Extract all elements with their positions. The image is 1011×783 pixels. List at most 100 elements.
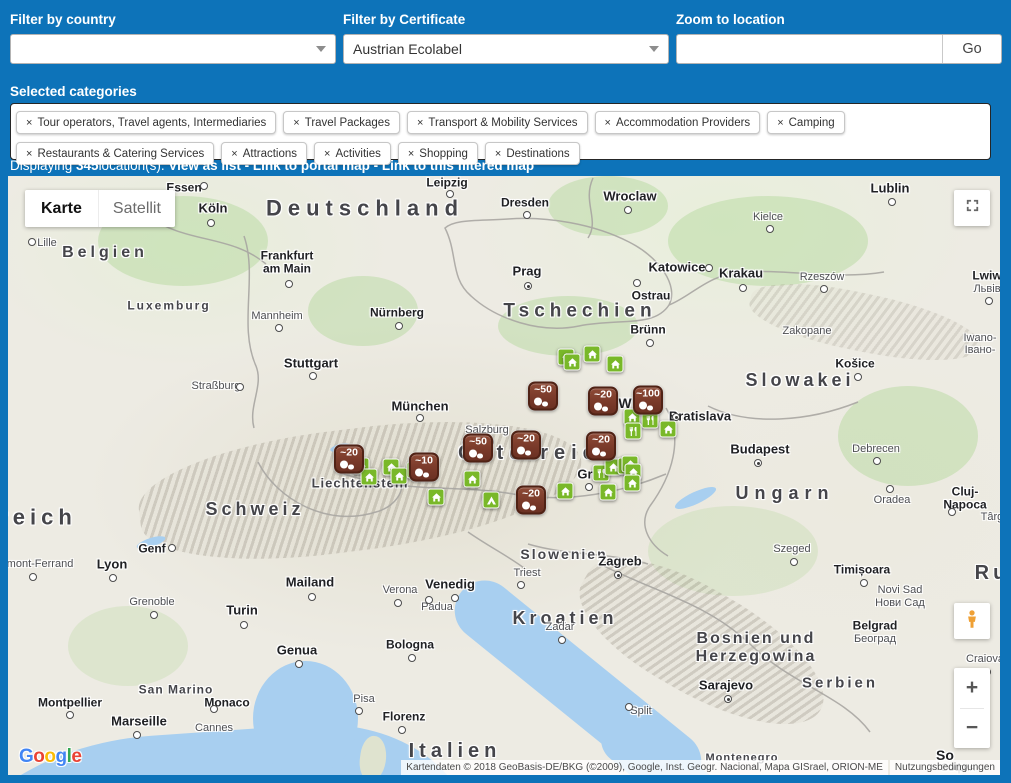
city-dot-marker xyxy=(646,339,654,347)
remove-icon[interactable]: × xyxy=(417,117,423,129)
terms-link[interactable]: Nutzungsbedingungen xyxy=(890,760,1000,775)
chevron-down-icon xyxy=(649,46,659,52)
city-label: Marseille xyxy=(111,715,167,730)
city-label: Košice xyxy=(835,357,874,370)
house-marker[interactable] xyxy=(391,468,408,485)
remove-icon[interactable]: × xyxy=(293,117,299,129)
cluster-marker[interactable]: ~100 xyxy=(633,386,663,415)
city-dot-marker xyxy=(285,280,293,288)
cluster-marker[interactable]: ~20 xyxy=(511,431,541,460)
city-dot-marker xyxy=(133,731,141,739)
cluster-marker[interactable]: ~20 xyxy=(588,387,618,416)
map-attribution: Kartendaten © 2018 GeoBasis-DE/BKG (©200… xyxy=(399,760,1000,775)
portal-map-link[interactable]: Link to portal map xyxy=(253,158,370,173)
city-dot-marker xyxy=(295,660,303,668)
camp-icon xyxy=(485,494,497,506)
house-marker[interactable] xyxy=(464,471,481,488)
location-input[interactable] xyxy=(677,35,942,63)
category-chip[interactable]: ×Tour operators, Travel agents, Intermed… xyxy=(16,111,276,134)
cluster-marker[interactable]: ~50 xyxy=(463,434,493,463)
cluster-marker[interactable]: ~20 xyxy=(516,486,546,515)
cluster-marker[interactable]: ~50 xyxy=(528,382,558,411)
country-label: San Marino xyxy=(139,683,214,696)
town-label: Iwano- xyxy=(963,332,996,344)
house-marker[interactable] xyxy=(428,489,445,506)
country-label: Luxemburg xyxy=(127,299,210,312)
zoom-out-button[interactable]: − xyxy=(954,709,990,749)
city-label: Sarajevo xyxy=(699,679,753,694)
house-icon xyxy=(430,491,442,503)
city-dot-marker xyxy=(985,297,993,305)
zoom-to-location-box: Go xyxy=(676,34,1002,64)
city-dot-marker xyxy=(425,596,433,604)
map-type-satellit-button[interactable]: Satellit xyxy=(98,190,175,227)
town-label: Kielce xyxy=(753,211,783,223)
view-as-list-link[interactable]: View as list xyxy=(168,158,241,173)
map-type-karte-button[interactable]: Karte xyxy=(25,190,98,227)
city-dot-marker xyxy=(398,726,406,734)
town-label: Târgu xyxy=(981,511,1000,523)
house-marker[interactable] xyxy=(660,421,677,438)
town-label: Straßburg xyxy=(192,380,241,392)
cluster-marker[interactable]: ~20 xyxy=(586,432,616,461)
map[interactable]: Karte Satellit + − Google Kartendaten © … xyxy=(8,176,1000,775)
city-dot-marker xyxy=(200,182,208,190)
city-label: Mailand xyxy=(286,576,334,591)
house-marker[interactable] xyxy=(557,483,574,500)
city-label: Ostrau xyxy=(632,289,671,302)
cluster-count: ~20 xyxy=(588,434,614,446)
house-icon xyxy=(662,423,674,435)
house-marker[interactable] xyxy=(624,475,641,492)
city-dot-marker xyxy=(308,593,316,601)
house-marker[interactable] xyxy=(584,346,601,363)
remove-icon[interactable]: × xyxy=(26,117,32,129)
restaurant-marker[interactable] xyxy=(625,423,642,440)
google-logo-letter: G xyxy=(19,746,33,767)
fullscreen-button[interactable] xyxy=(954,190,990,226)
city-label: Montpellier xyxy=(38,696,102,709)
city-label: Venedig xyxy=(425,578,475,593)
city-label: Köln xyxy=(199,202,228,217)
house-marker[interactable] xyxy=(600,484,617,501)
cluster-marker[interactable]: ~10 xyxy=(409,453,439,482)
remove-icon[interactable]: × xyxy=(605,117,611,129)
certificate-select[interactable]: Austrian Ecolabel xyxy=(343,34,669,64)
zoom-in-button[interactable]: + xyxy=(954,668,990,708)
category-chip[interactable]: ×Camping xyxy=(767,111,844,134)
street-view-pegman-button[interactable] xyxy=(954,603,990,639)
city-dot-marker xyxy=(207,219,215,227)
go-button[interactable]: Go xyxy=(942,35,1001,63)
city-dot-marker xyxy=(66,711,74,719)
house-marker[interactable] xyxy=(361,469,378,486)
city-dot-marker xyxy=(558,636,566,644)
cluster-count: ~20 xyxy=(513,433,539,445)
town-label: Pisa xyxy=(353,693,374,705)
country-label: Italien xyxy=(409,740,502,762)
house-marker[interactable] xyxy=(607,356,624,373)
zoom-control: + − xyxy=(954,668,990,748)
remove-icon[interactable]: × xyxy=(777,117,783,129)
city-label: Frankfurt am Main xyxy=(261,250,314,277)
restaurant-icon xyxy=(627,425,639,437)
camp-marker[interactable] xyxy=(483,492,500,509)
category-chip[interactable]: ×Accommodation Providers xyxy=(595,111,761,134)
city-label: München xyxy=(391,400,448,415)
map-type-control: Karte Satellit xyxy=(25,190,175,227)
filter-certificate: Filter by Certificate Austrian Ecolabel xyxy=(343,12,669,64)
google-logo[interactable]: Google xyxy=(19,746,81,768)
town-label: Szeged xyxy=(773,543,810,555)
house-icon xyxy=(363,471,375,483)
city-dot-marker xyxy=(820,285,828,293)
country-label: Bosnien und Herzegowina xyxy=(696,630,817,666)
status-prefix: Displaying xyxy=(10,158,76,173)
town-label: Львів xyxy=(973,283,1000,295)
cluster-marker[interactable]: ~20 xyxy=(334,445,364,474)
country-select[interactable] xyxy=(10,34,336,64)
filtered-map-link[interactable]: Link to this filtered map xyxy=(382,158,534,173)
city-dot-marker xyxy=(624,206,632,214)
city-dot-marker xyxy=(168,544,176,552)
category-chip[interactable]: ×Travel Packages xyxy=(283,111,400,134)
category-chip[interactable]: ×Transport & Mobility Services xyxy=(407,111,588,134)
capital-ring-marker xyxy=(724,695,732,703)
house-marker[interactable] xyxy=(564,354,581,371)
